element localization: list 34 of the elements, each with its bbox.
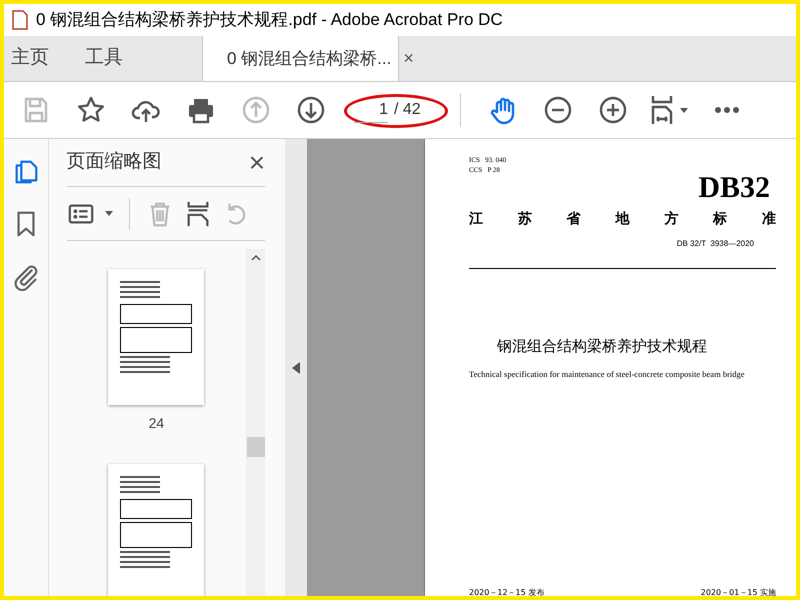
- scroll-thumb[interactable]: [246, 437, 265, 457]
- caret-icon[interactable]: [680, 108, 688, 112]
- standard-number: DB 32/T 3938—2020: [676, 238, 754, 250]
- panel-title: 页面缩略图: [66, 150, 162, 174]
- close-tab-icon[interactable]: ×: [403, 45, 414, 72]
- heading-character: 省: [566, 210, 581, 229]
- document-icon: [12, 10, 28, 30]
- more-icon[interactable]: [715, 107, 739, 113]
- scroll-up-icon[interactable]: [250, 255, 261, 261]
- nav-tab[interactable]: 主页: [4, 36, 56, 81]
- heading-character: 准: [762, 210, 776, 229]
- page-number-field[interactable]: 1: [354, 98, 388, 122]
- caret-icon[interactable]: [104, 211, 113, 216]
- zoom-out-icon[interactable]: [542, 95, 572, 125]
- standard-code: DB32: [698, 171, 770, 205]
- issue-date: 2020－12－15 发布: [469, 587, 544, 596]
- heading-character: 江: [469, 210, 483, 229]
- nav-tab[interactable]: 工具: [78, 36, 130, 81]
- scrollbar[interactable]: [246, 249, 266, 596]
- document-title: 钢混组合结构梁桥养护技术规程: [497, 336, 708, 357]
- english-title: Technical specification for maintenance of steel-concrete composite beam bridge: [469, 368, 746, 380]
- window-title: 0 钢混组合结构梁桥养护技术规程.pdf - Adobe Acrobat Pro DC: [36, 9, 503, 32]
- page-thumbnail[interactable]: [108, 269, 204, 405]
- heading-character: 地: [615, 210, 630, 229]
- heading-character: 苏: [518, 210, 532, 229]
- heading-character: 标: [713, 210, 728, 229]
- page-number-label: 24: [148, 414, 164, 433]
- collapse-panel-icon[interactable]: [292, 362, 300, 374]
- implementation-date: 2020－01－15 实施: [700, 587, 776, 596]
- page-total: / 42: [394, 100, 421, 120]
- close-panel-button[interactable]: ×: [248, 148, 266, 176]
- heading-character: 方: [664, 210, 678, 229]
- zoom-in-icon[interactable]: [598, 95, 628, 125]
- page-thumbnail[interactable]: [108, 464, 204, 596]
